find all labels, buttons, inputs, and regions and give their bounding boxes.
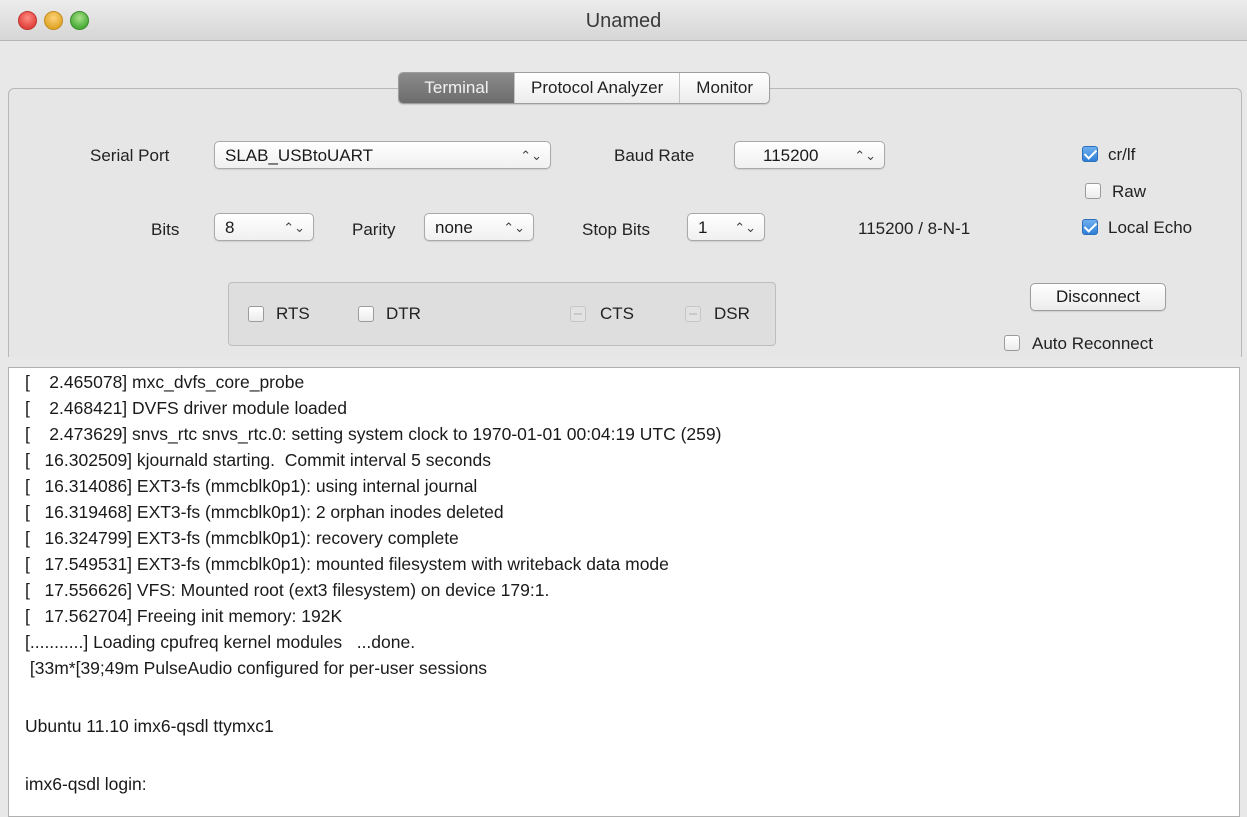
popup-arrows-icon: ⌃⌄ xyxy=(520,148,542,163)
auto-reconnect-label: Auto Reconnect xyxy=(1032,334,1153,353)
cts-label: CTS xyxy=(600,304,634,323)
dsr-indicator xyxy=(685,306,701,322)
auto-reconnect-checkbox[interactable] xyxy=(1004,335,1020,351)
parity-select[interactable]: none ⌃⌄ xyxy=(424,213,534,241)
terminal-line: [ 17.549531] EXT3-fs (mmcblk0p1): mounte… xyxy=(25,554,669,574)
terminal-line: [ 2.465078] mxc_dvfs_core_probe xyxy=(25,372,305,392)
baud-rate-label: Baud Rate xyxy=(614,146,695,165)
popup-arrows-icon: ⌃⌄ xyxy=(283,220,305,235)
rts-checkbox[interactable] xyxy=(248,306,264,322)
popup-arrows-icon: ⌃⌄ xyxy=(854,148,876,163)
raw-checkbox[interactable] xyxy=(1085,183,1101,199)
line-settings-summary: 115200 / 8-N-1 xyxy=(858,219,971,238)
terminal-line: [ 16.319468] EXT3-fs (mmcblk0p1): 2 orph… xyxy=(25,502,504,522)
local-echo-checkbox[interactable] xyxy=(1082,219,1098,235)
terminal-line: [ 17.556626] VFS: Mounted root (ext3 fil… xyxy=(25,580,550,600)
terminal-line: Ubuntu 11.10 imx6-qsdl ttymxc1 xyxy=(25,716,274,736)
serial-port-label: Serial Port xyxy=(90,146,170,165)
dtr-checkbox[interactable] xyxy=(358,306,374,322)
bits-value: 8 xyxy=(225,218,235,237)
rts-label: RTS xyxy=(276,304,310,323)
terminal-line: [...........] Loading cpufreq kernel mod… xyxy=(25,632,416,652)
crlf-label: cr/lf xyxy=(1108,145,1136,164)
popup-arrows-icon: ⌃⌄ xyxy=(734,220,756,235)
disconnect-button[interactable]: Disconnect xyxy=(1030,283,1166,311)
stop-bits-select[interactable]: 1 ⌃⌄ xyxy=(687,213,765,241)
baud-rate-select[interactable]: 115200 ⌃⌄ xyxy=(734,141,885,169)
terminal-line: [33m*[39;49m PulseAudio configured for p… xyxy=(25,658,488,678)
local-echo-label: Local Echo xyxy=(1108,218,1193,237)
raw-label: Raw xyxy=(1112,182,1147,201)
dsr-label: DSR xyxy=(714,304,750,323)
stop-bits-label: Stop Bits xyxy=(582,220,651,239)
baud-rate-value: 115200 xyxy=(763,146,819,165)
cts-indicator xyxy=(570,306,586,322)
dtr-label: DTR xyxy=(386,304,421,323)
popup-arrows-icon: ⌃⌄ xyxy=(503,220,525,235)
tab-monitor[interactable]: Monitor xyxy=(679,73,769,103)
serial-port-select[interactable]: SLAB_USBtoUART ⌃⌄ xyxy=(214,141,551,169)
terminal-line: [ 2.473629] snvs_rtc snvs_rtc.0: setting… xyxy=(25,424,722,444)
terminal-line: [ 17.562704] Freeing init memory: 192K xyxy=(25,606,343,626)
serial-port-value: SLAB_USBtoUART xyxy=(225,146,374,165)
title-bar: Unamed xyxy=(0,0,1247,41)
tab-protocol-analyzer[interactable]: Protocol Analyzer xyxy=(514,73,679,103)
parity-value: none xyxy=(435,218,473,237)
terminal-line: [ 16.314086] EXT3-fs (mmcblk0p1): using … xyxy=(25,476,478,496)
crlf-checkbox[interactable] xyxy=(1082,146,1098,162)
bits-select[interactable]: 8 ⌃⌄ xyxy=(214,213,314,241)
tab-bar: Terminal Protocol Analyzer Monitor xyxy=(398,72,770,104)
parity-label: Parity xyxy=(352,220,396,239)
bits-label: Bits xyxy=(151,220,180,239)
tab-terminal[interactable]: Terminal xyxy=(399,73,514,103)
terminal-line: [ 2.468421] DVFS driver module loaded xyxy=(25,398,347,418)
window-title: Unamed xyxy=(585,10,662,32)
terminal-line: [ 16.302509] kjournald starting. Commit … xyxy=(25,450,491,470)
stop-bits-value: 1 xyxy=(698,218,708,237)
terminal-line: [ 16.324799] EXT3-fs (mmcblk0p1): recove… xyxy=(25,528,459,548)
terminal-output[interactable]: [ 2.465078] mxc_dvfs_core_probe [ 2.4684… xyxy=(8,367,1240,817)
terminal-line: imx6-qsdl login: xyxy=(25,774,147,794)
